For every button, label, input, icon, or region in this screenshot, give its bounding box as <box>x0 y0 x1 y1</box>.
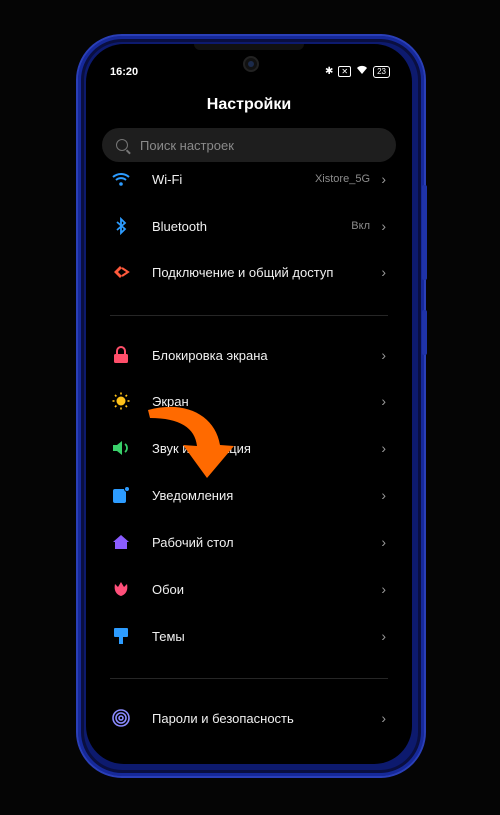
annotation-arrow-icon <box>148 406 234 478</box>
